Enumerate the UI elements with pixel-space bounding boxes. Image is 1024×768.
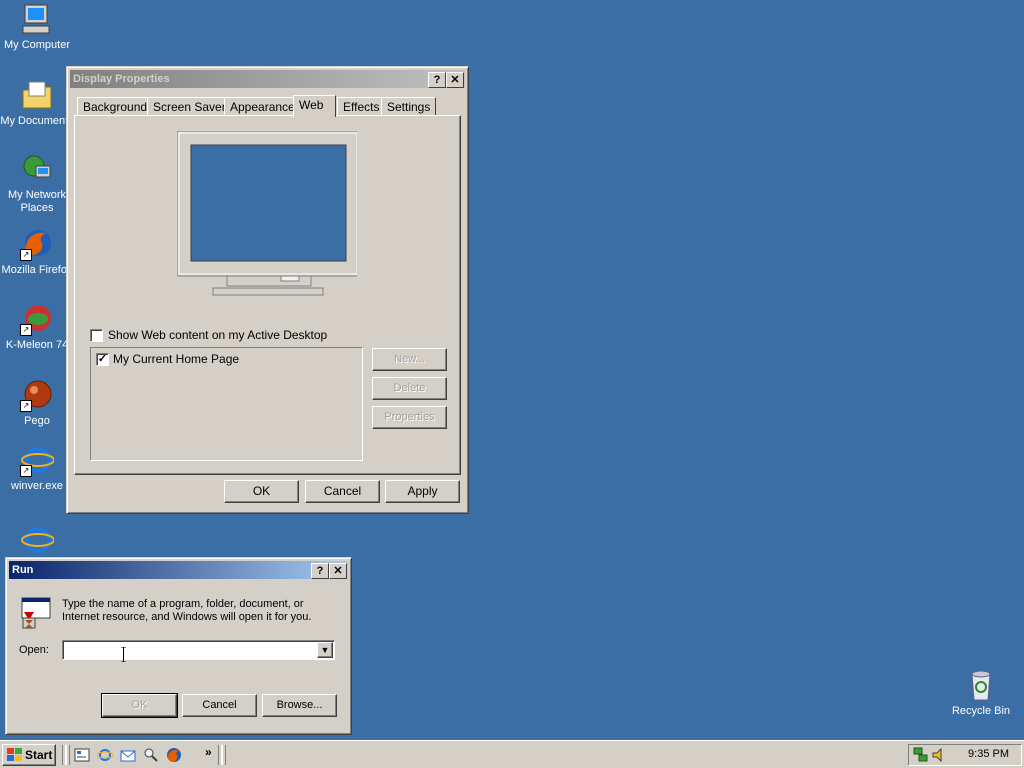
close-button[interactable]: ✕ [329, 563, 347, 579]
run-dialog: Run ? ✕ Type the name of a program, fold… [5, 557, 352, 735]
taskbar-grip[interactable] [66, 745, 70, 765]
start-label: Start [25, 748, 53, 762]
window-title: Display Properties [73, 73, 170, 85]
outlook-express-icon[interactable] [120, 747, 136, 763]
firefox-icon[interactable] [166, 747, 182, 763]
browse-button[interactable]: Browse... [262, 694, 337, 717]
properties-button[interactable]: Properties [372, 406, 447, 429]
open-combobox[interactable]: ▼ [62, 640, 335, 660]
tab-settings[interactable]: Settings [381, 97, 437, 115]
display-properties-titlebar[interactable]: Display Properties ? ✕ [70, 70, 465, 88]
quicklaunch-chevron[interactable]: » [205, 745, 212, 759]
desktop-icon-recycle-bin[interactable]: Recycle Bin [944, 668, 1018, 718]
list-item[interactable]: My Current Home Page [113, 352, 239, 366]
desktop-icon-k-meleon[interactable]: ↗ K-Meleon 74 [0, 302, 74, 352]
run-description: Type the name of a program, folder, docu… [62, 598, 312, 623]
help-button[interactable]: ? [311, 563, 329, 579]
recycle-bin-icon [964, 668, 998, 702]
k-meleon-icon: ↗ [20, 302, 54, 336]
computer-icon [20, 2, 54, 36]
folder-icon [20, 78, 54, 112]
shortcut-arrow-icon: ↗ [20, 324, 32, 336]
windows-logo-icon [7, 748, 23, 762]
shortcut-arrow-icon: ↗ [20, 400, 32, 412]
run-cancel-button[interactable]: Cancel [182, 694, 257, 717]
firefox-icon: ↗ [20, 227, 54, 261]
tab-effects[interactable]: Effects [337, 97, 386, 115]
close-button[interactable]: ✕ [446, 72, 464, 88]
taskbar: Start » 9:35 PM [0, 740, 1024, 768]
monitor-preview [176, 130, 360, 301]
show-web-content-label[interactable]: Show Web content on my Active Desktop [108, 328, 327, 342]
start-button[interactable]: Start [2, 744, 56, 766]
desktop-icon-label: K-Meleon 74 [5, 339, 69, 351]
open-label: Open: [19, 644, 49, 656]
show-desktop-icon[interactable] [74, 747, 90, 763]
ok-button[interactable]: OK [224, 480, 299, 503]
clock[interactable]: 9:35 PM [968, 748, 1009, 760]
desktop-icon-pego[interactable]: ↗ Pego [0, 378, 74, 428]
shortcut-arrow-icon: ↗ [20, 249, 32, 261]
desktop-icon-label: Pego [24, 415, 50, 427]
tab-screen-saver[interactable]: Screen Saver [147, 97, 232, 115]
tab-web[interactable]: Web [293, 95, 336, 117]
desktop-icon-mozilla-firefox[interactable]: ↗ Mozilla Firefox [0, 227, 74, 277]
tab-background[interactable]: Background [77, 97, 154, 115]
desktop-icon-label: Recycle Bin [951, 705, 1011, 717]
window-title: Run [12, 564, 34, 576]
run-icon [20, 596, 54, 630]
open-input[interactable] [65, 642, 319, 660]
network-status-icon[interactable] [913, 747, 929, 763]
system-tray: 9:35 PM [908, 744, 1022, 766]
shortcut-arrow-icon: ↗ [20, 465, 32, 477]
taskbar-grip[interactable] [222, 745, 226, 765]
internet-explorer-icon: ↗ [20, 443, 55, 477]
desktop-icon-winver[interactable]: ↗ winver.exe [0, 443, 74, 493]
desktop-icon-my-network-places[interactable]: My Network Places [0, 152, 74, 215]
chevron-down-icon: ▼ [320, 645, 330, 655]
help-button[interactable]: ? [428, 72, 446, 88]
desktop-icon-label: My Network Places [7, 189, 67, 214]
text-cursor-icon [121, 646, 126, 663]
list-item-checkbox[interactable]: ✓ [96, 353, 109, 366]
run-titlebar[interactable]: Run ? ✕ [9, 561, 348, 579]
run-ok-button[interactable]: OK [101, 693, 178, 718]
desktop-icon-my-computer[interactable]: My Computer [0, 2, 74, 52]
desktop-icon-internet-explorer[interactable] [0, 523, 74, 560]
pego-icon: ↗ [20, 378, 54, 412]
delete-button[interactable]: Delete [372, 377, 447, 400]
desktop-icon-label: My Documents [0, 115, 74, 127]
volume-icon[interactable] [931, 747, 947, 763]
desktop-icon-label: My Computer [3, 39, 71, 51]
show-web-content-checkbox[interactable] [90, 329, 103, 342]
web-content-list[interactable]: ✓ My Current Home Page [90, 347, 363, 461]
new-button[interactable]: New... [372, 348, 447, 371]
internet-explorer-icon [20, 523, 55, 557]
search-icon[interactable] [143, 747, 159, 763]
cancel-button[interactable]: Cancel [305, 480, 380, 503]
desktop-icon-label: winver.exe [11, 480, 63, 492]
internet-explorer-icon[interactable] [96, 747, 114, 763]
desktop-icon-label: Mozilla Firefox [1, 264, 73, 276]
combobox-dropdown-button[interactable]: ▼ [317, 642, 333, 658]
apply-button[interactable]: Apply [385, 480, 460, 503]
network-icon [20, 152, 54, 186]
tab-appearance[interactable]: Appearance [224, 97, 301, 115]
web-tab-panel: Show Web content on my Active Desktop ✓ … [74, 115, 461, 475]
desktop-icon-my-documents[interactable]: My Documents [0, 78, 74, 128]
